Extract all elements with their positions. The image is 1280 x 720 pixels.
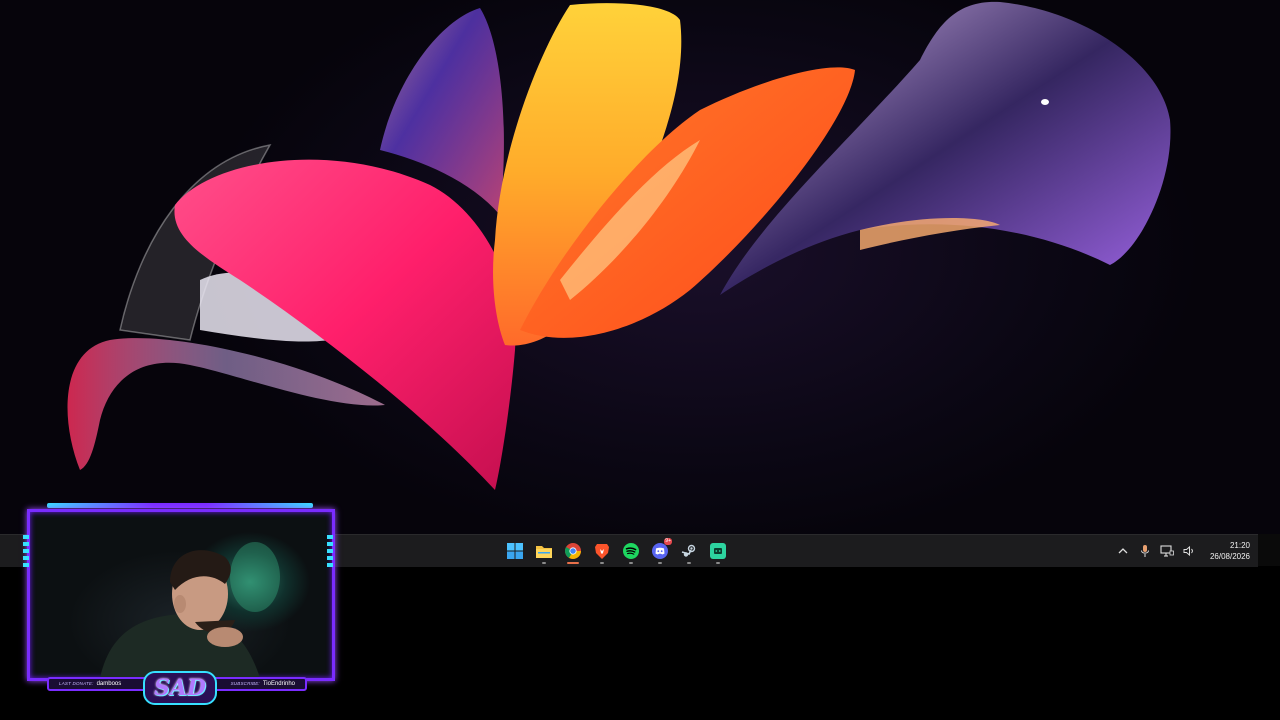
last-donate: LAST DONATE: damboos (59, 681, 121, 687)
network-button[interactable] (1160, 544, 1174, 558)
chevron-up-icon (1118, 548, 1128, 554)
app-button[interactable] (706, 537, 730, 565)
channel-logo: SAD (143, 671, 217, 705)
running-indicator (716, 562, 720, 564)
system-tray: 21:20 26/08/2026 (1116, 535, 1250, 567)
overlay-right-accent (327, 535, 333, 567)
discord-button[interactable]: 9+ (648, 537, 672, 565)
running-indicator (687, 562, 691, 564)
webcam-frame (27, 509, 335, 681)
speaker-icon (1183, 545, 1193, 557)
running-indicator (542, 562, 546, 564)
wallpaper-art (67, 1, 1171, 490)
subscribe-label: SUBSCRIBE: (230, 681, 260, 686)
folder-icon (536, 546, 552, 558)
subscribe-value: TioEndrinho (262, 681, 295, 687)
chrome-icon (565, 543, 581, 559)
volume-button[interactable] (1182, 544, 1196, 558)
taskbar-apps: 9+ (503, 535, 730, 567)
file-explorer-button[interactable] (532, 537, 556, 565)
discord-notification-badge: 9+ (664, 538, 672, 545)
webcam-overlay: LAST DONATE: damboos SUBSCRIBE: TioEndrinh… (23, 503, 335, 705)
last-donate-label: LAST DONATE: (59, 681, 94, 686)
clock-button[interactable]: 21:20 26/08/2026 (1210, 540, 1250, 562)
taskbar-edge (1258, 534, 1280, 566)
active-indicator (567, 562, 579, 564)
running-indicator (658, 562, 662, 564)
clock-time: 21:20 (1229, 541, 1250, 550)
clock-date: 26/08/2026 (1209, 552, 1250, 561)
overlay-top-bar (47, 503, 313, 508)
spotify-button[interactable] (619, 537, 643, 565)
spotify-icon (623, 543, 639, 559)
webcam-person (100, 542, 280, 678)
running-indicator (629, 562, 633, 564)
show-hidden-icons-button[interactable] (1116, 544, 1130, 558)
running-indicator (600, 562, 604, 564)
microphone-button[interactable] (1138, 544, 1152, 558)
last-donate-value: damboos (96, 681, 122, 687)
green-app-icon (710, 543, 726, 559)
steam-icon (681, 544, 696, 557)
brave-lion-icon (595, 544, 609, 559)
monitor-network-icon (1160, 545, 1174, 557)
brave-button[interactable] (590, 537, 614, 565)
windows-logo-icon (507, 543, 523, 559)
start-button[interactable] (503, 537, 527, 565)
desktop-wallpaper (0, 0, 1280, 534)
last-subscriber: SUBSCRIBE: TioEndrinho (231, 681, 295, 687)
steam-button[interactable] (677, 537, 701, 565)
microphone-icon (1140, 545, 1149, 557)
chrome-button[interactable] (561, 537, 585, 565)
overlay-left-accent (23, 535, 29, 567)
discord-icon (652, 543, 668, 559)
